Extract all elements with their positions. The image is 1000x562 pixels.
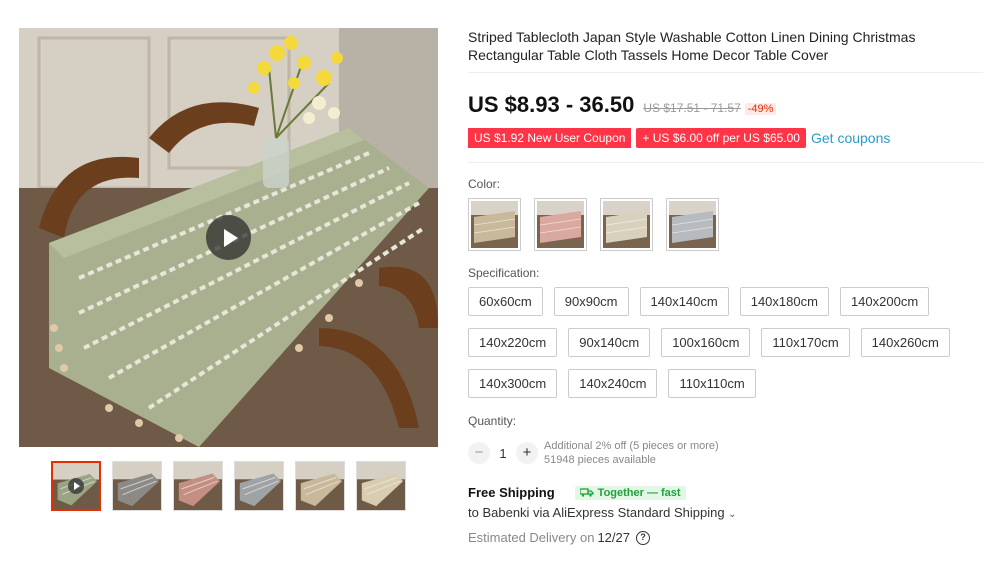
discount-badge: -49%	[744, 103, 777, 115]
quantity-stepper: − 1 + Additional 2% off (5 pieces or mor…	[468, 439, 983, 467]
spec-option[interactable]: 140x140cm	[639, 287, 729, 316]
swatch-image	[669, 201, 716, 248]
gallery-thumbnail[interactable]	[112, 461, 162, 511]
thumbnail-strip	[51, 461, 406, 511]
help-icon[interactable]: ?	[636, 530, 650, 545]
swatch-image	[471, 201, 518, 248]
color-swatch-cream-stripe[interactable]	[600, 198, 653, 251]
free-shipping-title: Free Shipping	[468, 485, 555, 500]
gallery-thumbnail[interactable]	[234, 461, 284, 511]
gallery-thumbnail[interactable]	[173, 461, 223, 511]
spec-option[interactable]: 140x300cm	[468, 369, 558, 398]
specification-label: Specification:	[468, 266, 540, 280]
thumbnail-image	[174, 462, 222, 510]
estimated-delivery-label: Estimated Delivery on	[468, 530, 595, 545]
current-price: US $8.93 - 36.50	[468, 92, 635, 117]
quantity-label: Quantity:	[468, 414, 517, 428]
truck-icon	[579, 488, 594, 497]
play-icon	[223, 228, 238, 247]
swatch-image	[537, 201, 584, 248]
color-swatch-pink-stripe[interactable]	[534, 198, 587, 251]
gallery-thumbnail[interactable]	[51, 461, 101, 511]
chevron-down-icon[interactable]: ⌄	[728, 509, 736, 520]
stock-available: 51948 pieces available	[544, 454, 656, 466]
thumbnail-image	[296, 462, 344, 510]
color-swatch-gray-stripe[interactable]	[666, 198, 719, 251]
spec-option[interactable]: 140x200cm	[839, 287, 930, 316]
spec-option[interactable]: 140x180cm	[739, 287, 829, 316]
spec-option[interactable]: 60x60cm	[468, 287, 543, 316]
divider	[468, 162, 983, 163]
spec-option[interactable]: 110x110cm	[668, 369, 756, 398]
thumbnail-image	[113, 462, 161, 510]
original-price: US $17.51 - 71.57	[643, 101, 741, 115]
spec-option[interactable]: 100x160cm	[661, 328, 751, 357]
quantity-notes: Additional 2% off (5 pieces or more) 519…	[544, 439, 719, 467]
gallery-thumbnail[interactable]	[295, 461, 345, 511]
play-icon	[68, 478, 84, 494]
coupon-row: US $1.92 New User Coupon + US $6.00 off …	[468, 128, 983, 148]
shipping-row: Free Shipping Together — fast	[468, 485, 983, 500]
store-coupon[interactable]: + US $6.00 off per US $65.00	[636, 128, 806, 148]
color-swatches	[468, 198, 983, 251]
together-fast-badge: Together — fast	[574, 485, 686, 500]
thumbnail-image	[235, 462, 283, 510]
shipping-detail[interactable]: to Babenki via AliExpress Standard Shipp…	[468, 505, 983, 520]
swatch-image	[603, 201, 650, 248]
estimated-delivery: Estimated Delivery on 12/27 ?	[468, 530, 983, 545]
divider	[468, 72, 983, 73]
estimated-delivery-date: 12/27	[597, 530, 630, 545]
product-title: Striped Tablecloth Japan Style Washable …	[468, 29, 916, 63]
price-row: US $8.93 - 36.50 US $17.51 - 71.57 -49%	[468, 92, 983, 118]
specification-options: 60x60cm 90x90cm 140x140cm 140x180cm 140x200c…	[468, 287, 988, 398]
product-info: Striped Tablecloth Japan Style Washable …	[468, 28, 983, 545]
spec-option[interactable]: 140x220cm	[468, 328, 558, 357]
thumbnail-image	[357, 462, 405, 510]
quantity-plus-button[interactable]: +	[516, 442, 538, 464]
spec-option[interactable]: 110x170cm	[761, 328, 850, 357]
color-swatch-beige-stripe[interactable]	[468, 198, 521, 251]
quantity-input[interactable]: 1	[490, 446, 516, 461]
get-coupons-link[interactable]: Get coupons	[811, 130, 890, 146]
spec-option[interactable]: 90x140cm	[568, 328, 651, 357]
new-user-coupon[interactable]: US $1.92 New User Coupon	[468, 128, 632, 148]
color-label: Color:	[468, 177, 501, 191]
main-product-image[interactable]	[19, 28, 438, 447]
spec-option[interactable]: 90x90cm	[553, 287, 629, 316]
together-fast-label: Together — fast	[597, 486, 681, 499]
shipping-method: to Babenki via AliExpress Standard Shipp…	[468, 505, 725, 520]
spec-option[interactable]: 140x240cm	[568, 369, 658, 398]
bulk-discount-note: Additional 2% off (5 pieces or more)	[544, 440, 719, 452]
gallery-thumbnail[interactable]	[356, 461, 406, 511]
quantity-minus-button[interactable]: −	[468, 442, 490, 464]
play-video-button[interactable]	[206, 215, 251, 260]
spec-option[interactable]: 140x260cm	[860, 328, 950, 357]
